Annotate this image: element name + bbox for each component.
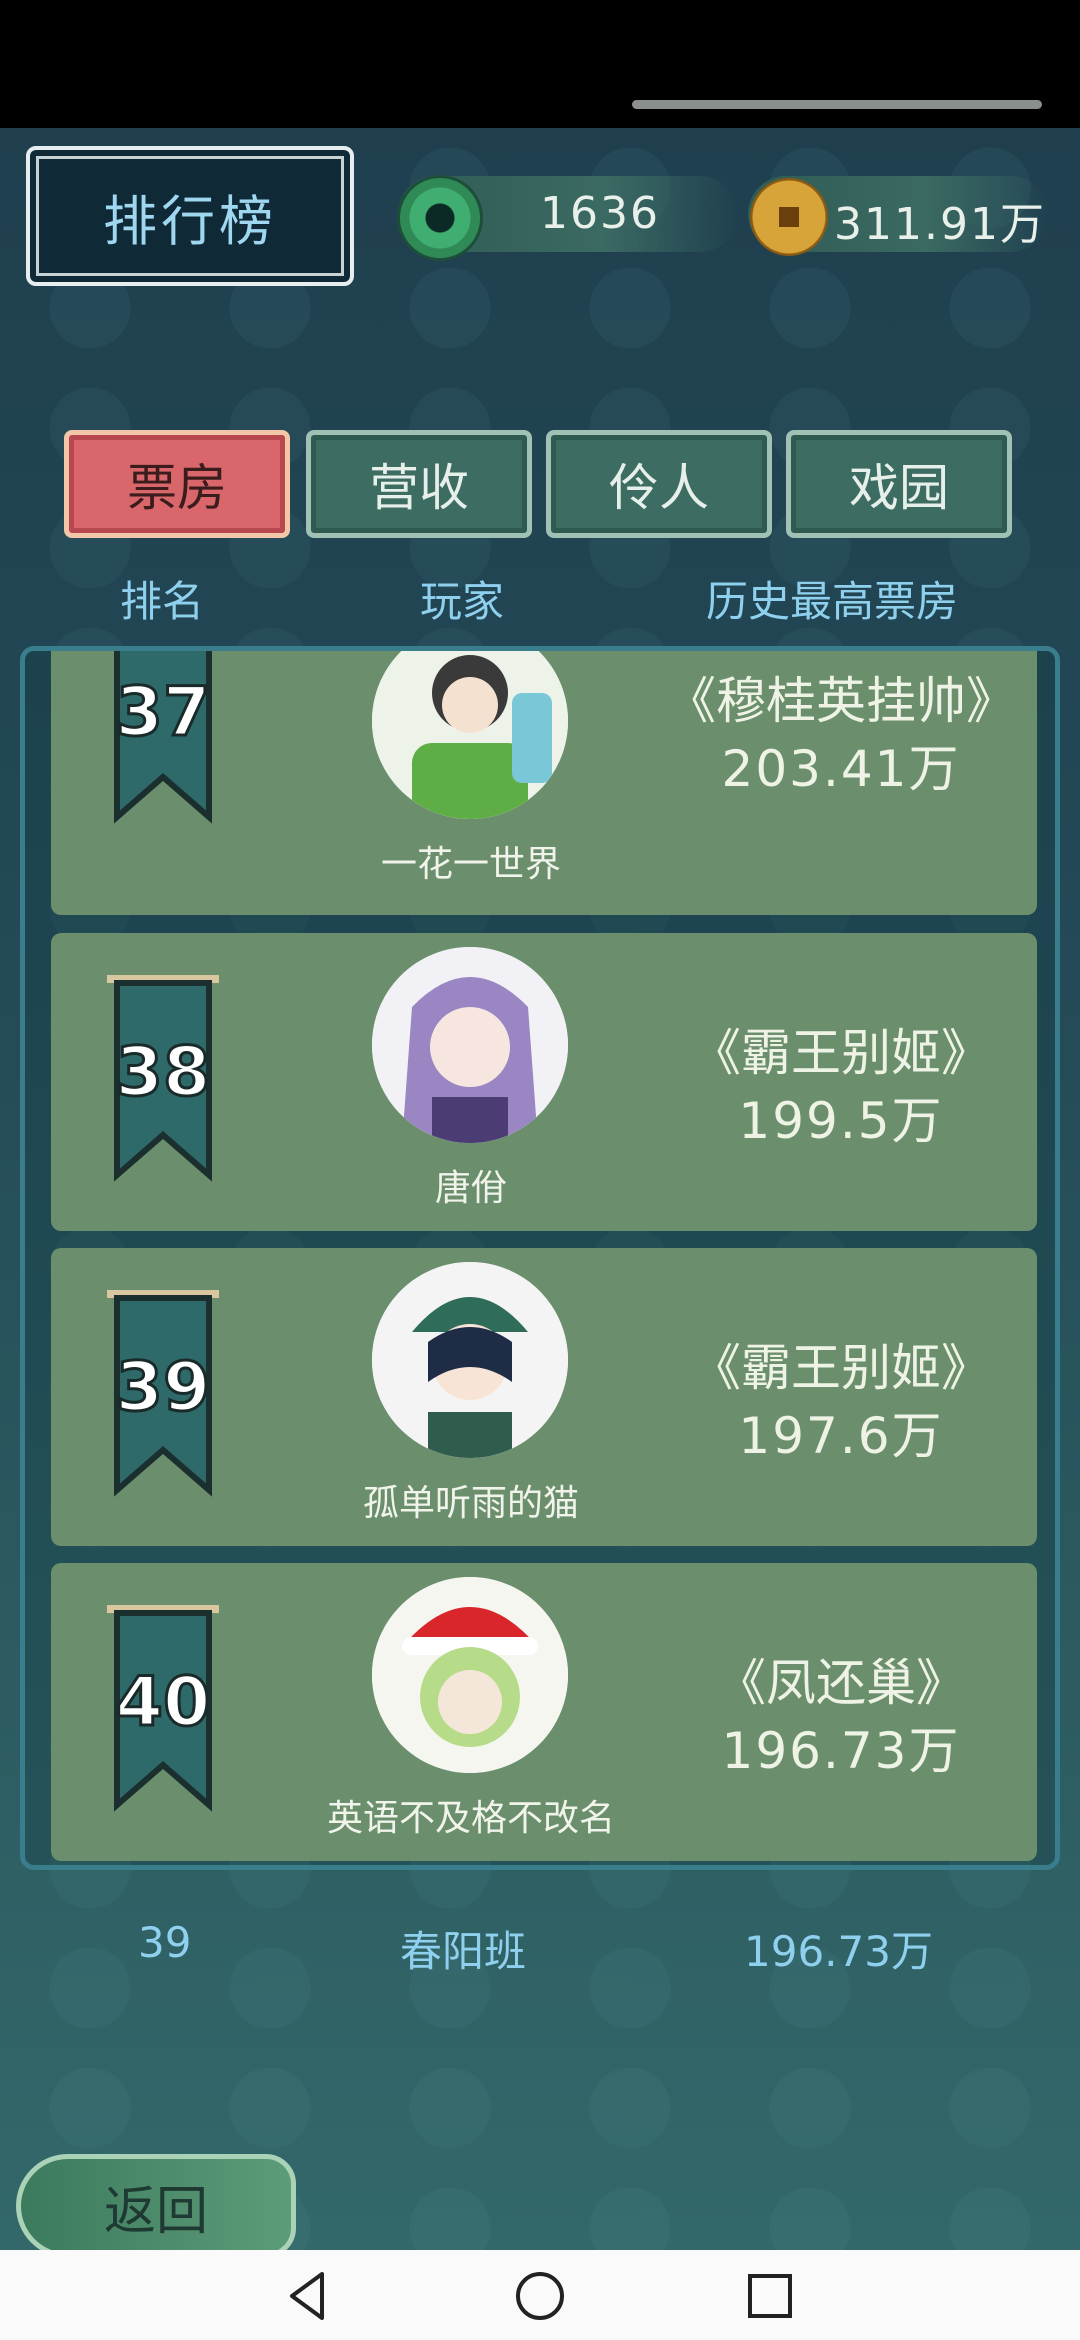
tab-revenue[interactable]: 营收 <box>306 430 532 538</box>
box-office-value: 199.5万 <box>738 1092 944 1150</box>
player-name: 孤单听雨的猫 <box>362 1483 579 1524</box>
tab-theater[interactable]: 戏园 <box>786 430 1012 538</box>
gesture-bar <box>632 100 1042 109</box>
my-player-name: 春阳班 <box>400 1927 527 1976</box>
list-item[interactable]: 38 唐佾 《霸王别姬》 199.5万 <box>51 933 1037 1231</box>
leaderboard-screen: 排行榜 1636 311.91万 票房 营收 伶人 戏园 排名 玩家 历史最高票… <box>0 128 1080 2250</box>
system-nav-bar <box>0 2250 1080 2340</box>
box-office-value: 197.6万 <box>738 1407 944 1465</box>
back-nav-icon[interactable] <box>278 2266 338 2326</box>
tab-label: 营收 <box>369 459 469 517</box>
avatar[interactable] <box>372 1262 568 1458</box>
play-title: 《凤还巢》 <box>716 1654 966 1712</box>
back-button[interactable]: 返回 <box>16 2154 296 2250</box>
list-item[interactable]: 39 孤单听雨的猫 《霸王别姬》 197.6万 <box>51 1248 1037 1546</box>
tab-box-office[interactable]: 票房 <box>64 430 290 538</box>
rank-number: 37 <box>114 672 212 754</box>
play-title: 《霸王别姬》 <box>691 1024 991 1082</box>
player-name: 英语不及格不改名 <box>326 1798 615 1839</box>
list-item[interactable]: 40 英语不及格不改名 《凤还巢》 196.73万 <box>51 1563 1037 1861</box>
tab-performers[interactable]: 伶人 <box>546 430 772 538</box>
tab-label: 戏园 <box>849 459 949 517</box>
page-title: 排行榜 <box>103 189 277 253</box>
avatar[interactable] <box>372 1577 568 1773</box>
rank-number: 39 <box>114 1347 212 1429</box>
play-title: 《霸王别姬》 <box>691 1339 991 1397</box>
coin-value: 311.91万 <box>834 199 1046 250</box>
box-office-value: 203.41万 <box>721 740 961 798</box>
column-header-player: 玩家 <box>420 577 505 626</box>
player-name: 一花一世界 <box>380 844 561 885</box>
my-box-office: 196.73万 <box>744 1927 933 1976</box>
status-bar <box>0 0 1080 128</box>
recents-nav-icon[interactable] <box>740 2266 800 2326</box>
title-plaque: 排行榜 <box>26 146 354 286</box>
box-office-value: 196.73万 <box>721 1722 961 1780</box>
list-item[interactable]: 37 一花一世界 《穆桂英挂帅》 203.41万 <box>51 651 1037 915</box>
coin-icon <box>750 178 828 256</box>
rank-number: 38 <box>114 1032 212 1114</box>
avatar[interactable] <box>372 651 568 819</box>
back-label: 返回 <box>103 2181 208 2242</box>
my-rank: 39 <box>138 1918 192 1967</box>
player-name: 唐佾 <box>434 1168 507 1209</box>
home-nav-icon[interactable] <box>510 2266 570 2326</box>
jade-value: 1636 <box>540 188 660 239</box>
jade-icon <box>400 178 480 258</box>
rank-number: 40 <box>114 1662 212 1744</box>
column-header-box-office: 历史最高票房 <box>706 577 959 626</box>
play-title: 《穆桂英挂帅》 <box>666 672 1016 730</box>
avatar[interactable] <box>372 947 568 1143</box>
tab-label: 伶人 <box>609 459 709 517</box>
ranking-list[interactable]: 37 一花一世界 《穆桂英挂帅》 203.41万 38 唐佾 《霸王别姬》 19… <box>20 646 1060 1870</box>
tab-label: 票房 <box>127 459 227 517</box>
column-header-rank: 排名 <box>120 577 205 626</box>
